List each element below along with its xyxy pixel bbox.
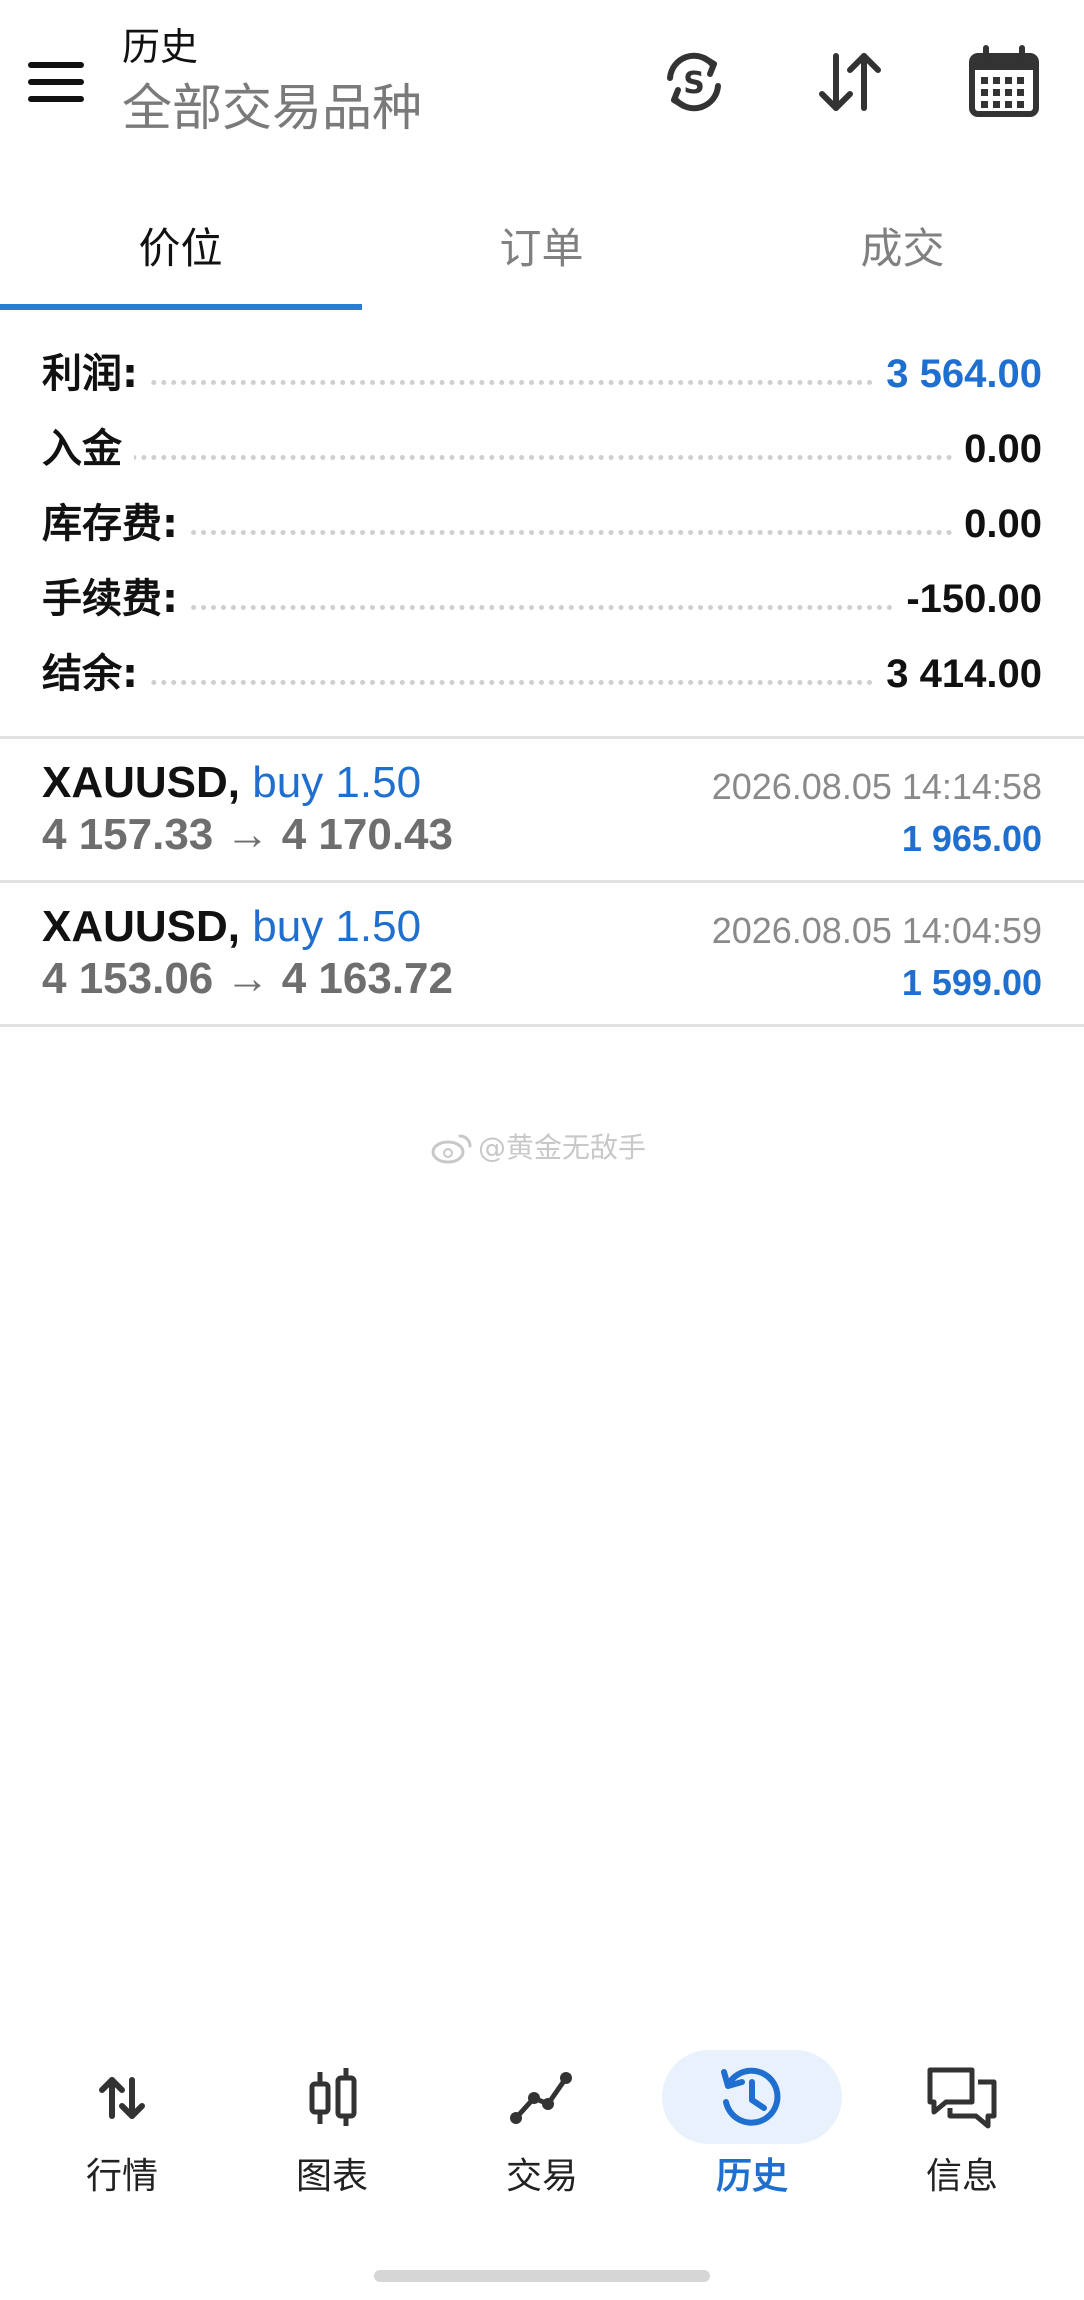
history-clock-icon [712,2058,792,2138]
weibo-logo-icon [431,1134,472,1164]
bottom-navigation: 行情 图表 交易 历史 信息 [0,2030,1084,2230]
nav-label: 信息 [925,2156,998,2197]
calendar-icon [969,45,1039,117]
summary-row-deposit: 入金 0.00 [0,413,1084,488]
nav-messages[interactable]: 信息 [872,2030,1052,2220]
screen-title: 历史 [122,25,199,69]
watermark-text: @黄金无敌手 [478,1131,647,1164]
summary-value: 0.00 [952,496,1042,552]
list-item[interactable]: XAUUSD, buy 1.50 4 153.06 → 4 163.72 202… [0,890,1084,1030]
sort-button[interactable] [812,44,888,120]
active-tab-indicator [0,304,362,310]
summary-label: 结余: [42,646,150,702]
nav-label: 图表 [295,2156,368,2197]
deal-profit: 1 599.00 [901,962,1042,1003]
summary-label: 利润: [42,346,150,402]
deal-prices: 4 157.33 → 4 170.43 [42,810,453,859]
summary-row-profit: 利润: 3 564.00 [0,338,1084,413]
deal-prices: 4 153.06 → 4 163.72 [42,954,453,1003]
nav-history[interactable]: 历史 [662,2030,842,2220]
nav-label: 交易 [505,2156,578,2197]
summary-value: 0.00 [952,421,1042,477]
candlestick-chart-icon [292,2058,372,2138]
summary-label: 入金 [42,421,134,477]
hamburger-icon [28,62,84,68]
messages-icon [922,2058,1002,2138]
calendar-button[interactable] [966,44,1042,120]
nav-quotes[interactable]: 行情 [32,2030,212,2220]
summary-row-balance: 结余: 3 414.00 [0,638,1084,713]
deal-side: buy 1.50 [252,758,422,807]
divider [0,1024,1084,1027]
summary-value: 3 414.00 [874,646,1042,702]
tab-deals[interactable]: 成交 [722,180,1083,310]
watermark: @黄金无敌手 [430,1128,646,1168]
tab-orders[interactable]: 订单 [361,180,722,310]
trade-line-icon [502,2058,582,2138]
deal-time: 2026.08.05 14:14:58 [711,766,1042,807]
deal-side: buy 1.50 [252,902,422,951]
summary-value: -150.00 [894,571,1042,627]
account-summary: 利润: 3 564.00 入金 0.00 库存费: 0.00 手续费: -150… [0,338,1084,713]
nav-label: 历史 [715,2156,788,2197]
nav-chart[interactable]: 图表 [242,2030,422,2220]
symbol-filter-title[interactable]: 全部交易品种 [122,78,422,138]
home-indicator[interactable] [374,2270,710,2282]
divider [0,736,1084,739]
sort-arrows-icon [819,53,881,111]
nav-trade[interactable]: 交易 [452,2030,632,2220]
summary-label: 手续费: [42,571,190,627]
summary-row-commission: 手续费: -150.00 [0,563,1084,638]
quotes-arrows-icon [82,2058,162,2138]
divider [0,880,1084,883]
list-item[interactable]: XAUUSD, buy 1.50 4 157.33 → 4 170.43 202… [0,746,1084,886]
deal-profit: 1 965.00 [901,818,1042,859]
nav-label: 行情 [85,2156,158,2197]
top-app-bar: 历史 全部交易品种 S [0,0,1084,160]
deal-time: 2026.08.05 14:04:59 [711,910,1042,951]
currency-sync-icon: S [667,52,721,112]
menu-button[interactable] [28,50,92,114]
svg-text:S: S [683,66,705,101]
history-tabs: 价位 订单 成交 [0,180,1084,310]
summary-row-swap: 库存费: 0.00 [0,488,1084,563]
summary-label: 库存费: [42,496,190,552]
summary-value: 3 564.00 [874,346,1042,402]
deal-symbol: XAUUSD, [42,758,241,807]
deal-symbol: XAUUSD, [42,902,241,951]
tab-positions[interactable]: 价位 [0,180,361,310]
currency-exchange-button[interactable]: S [656,44,732,120]
